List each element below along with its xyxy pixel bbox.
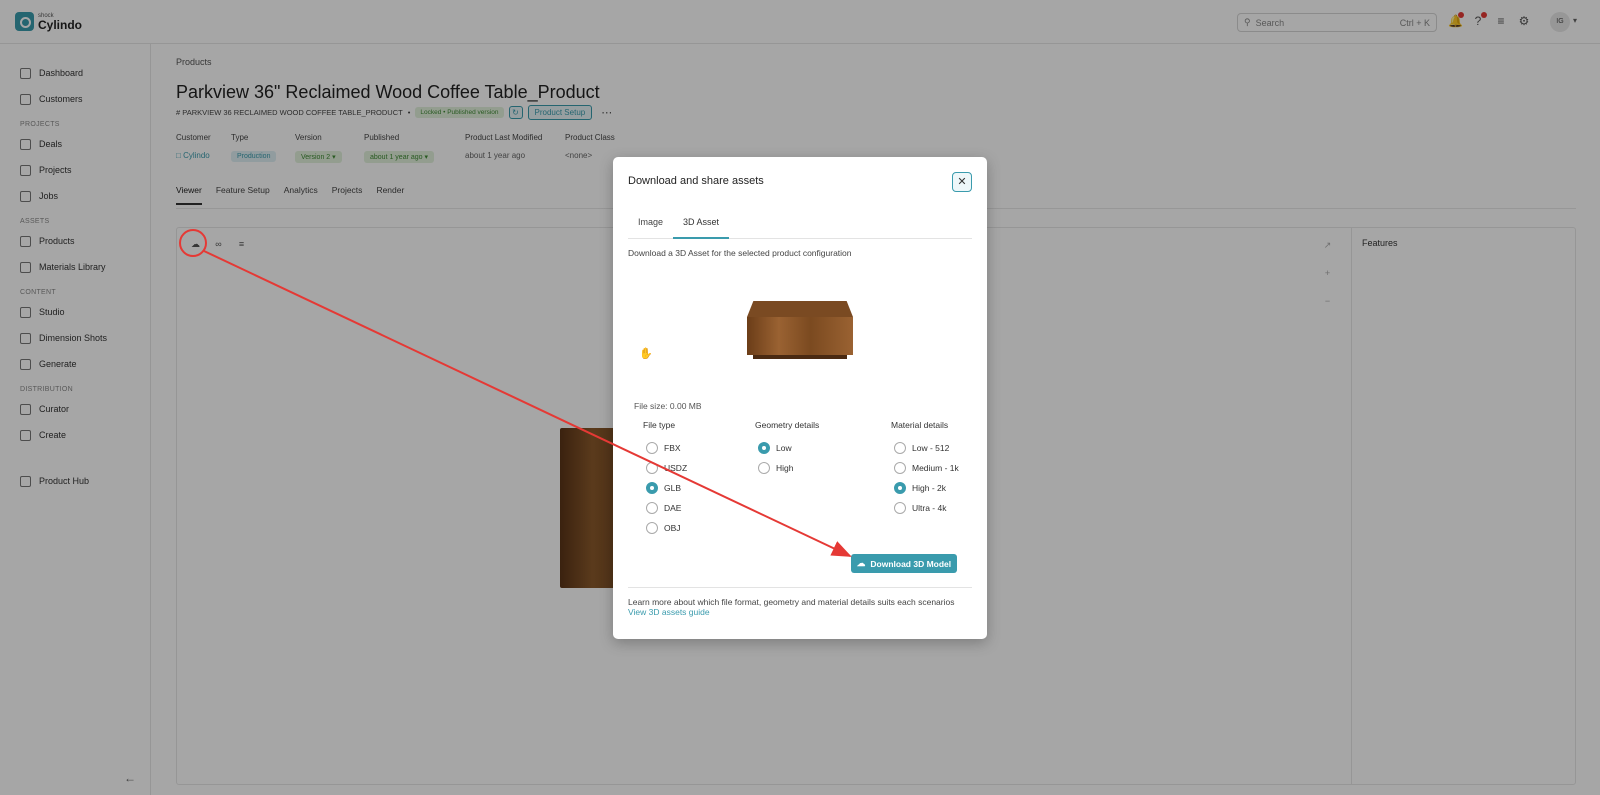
modal-title: Download and share assets xyxy=(628,175,764,187)
radio-button[interactable] xyxy=(646,462,658,474)
radio-dae[interactable]: DAE xyxy=(646,498,687,518)
download-assets-modal: Download and share assets ✕ Image 3D Ass… xyxy=(613,157,987,639)
radio-geometry-low[interactable]: Low xyxy=(758,438,819,458)
radio-material-low[interactable]: Low - 512 xyxy=(894,438,959,458)
radio-button[interactable] xyxy=(894,502,906,514)
modal-tabs: Image 3D Asset xyxy=(628,217,972,239)
file-type-group: File type FBX USDZ GLB DAE OBJ xyxy=(643,420,687,538)
download-3d-model-button[interactable]: ☁ Download 3D Model xyxy=(851,554,957,573)
material-group: Material details Low - 512 Medium - 1k H… xyxy=(891,420,959,518)
radio-material-ultra[interactable]: Ultra - 4k xyxy=(894,498,959,518)
tab-3d-asset[interactable]: 3D Asset xyxy=(673,217,730,239)
radio-fbx[interactable]: FBX xyxy=(646,438,687,458)
hand-grab-icon: ✋ xyxy=(639,348,653,360)
radio-button[interactable] xyxy=(894,462,906,474)
geometry-group: Geometry details Low High xyxy=(755,420,819,478)
assets-guide-link[interactable]: View 3D assets guide xyxy=(628,607,710,617)
file-type-title: File type xyxy=(643,420,676,430)
radio-glb[interactable]: GLB xyxy=(646,478,687,498)
tab-image[interactable]: Image xyxy=(628,217,673,239)
cloud-download-icon: ☁ xyxy=(856,558,866,568)
radio-button[interactable] xyxy=(646,522,658,534)
radio-material-high[interactable]: High - 2k xyxy=(894,478,959,498)
close-icon[interactable]: ✕ xyxy=(952,172,972,192)
modal-description: Download a 3D Asset for the selected pro… xyxy=(628,248,852,258)
learn-more-text: Learn more about which file format, geom… xyxy=(628,597,955,607)
radio-material-medium[interactable]: Medium - 1k xyxy=(894,458,959,478)
radio-button[interactable] xyxy=(894,482,906,494)
modal-footer-divider xyxy=(628,587,972,588)
radio-button[interactable] xyxy=(758,442,770,454)
radio-obj[interactable]: OBJ xyxy=(646,518,687,538)
radio-usdz[interactable]: USDZ xyxy=(646,458,687,478)
radio-button[interactable] xyxy=(894,442,906,454)
radio-button[interactable] xyxy=(758,462,770,474)
radio-geometry-high[interactable]: High xyxy=(758,458,819,478)
material-title: Material details xyxy=(891,420,949,430)
radio-button[interactable] xyxy=(646,442,658,454)
file-size: File size: 0.00 MB xyxy=(634,401,702,411)
radio-button[interactable] xyxy=(646,502,658,514)
radio-button[interactable] xyxy=(646,482,658,494)
geometry-title: Geometry details xyxy=(755,420,820,430)
